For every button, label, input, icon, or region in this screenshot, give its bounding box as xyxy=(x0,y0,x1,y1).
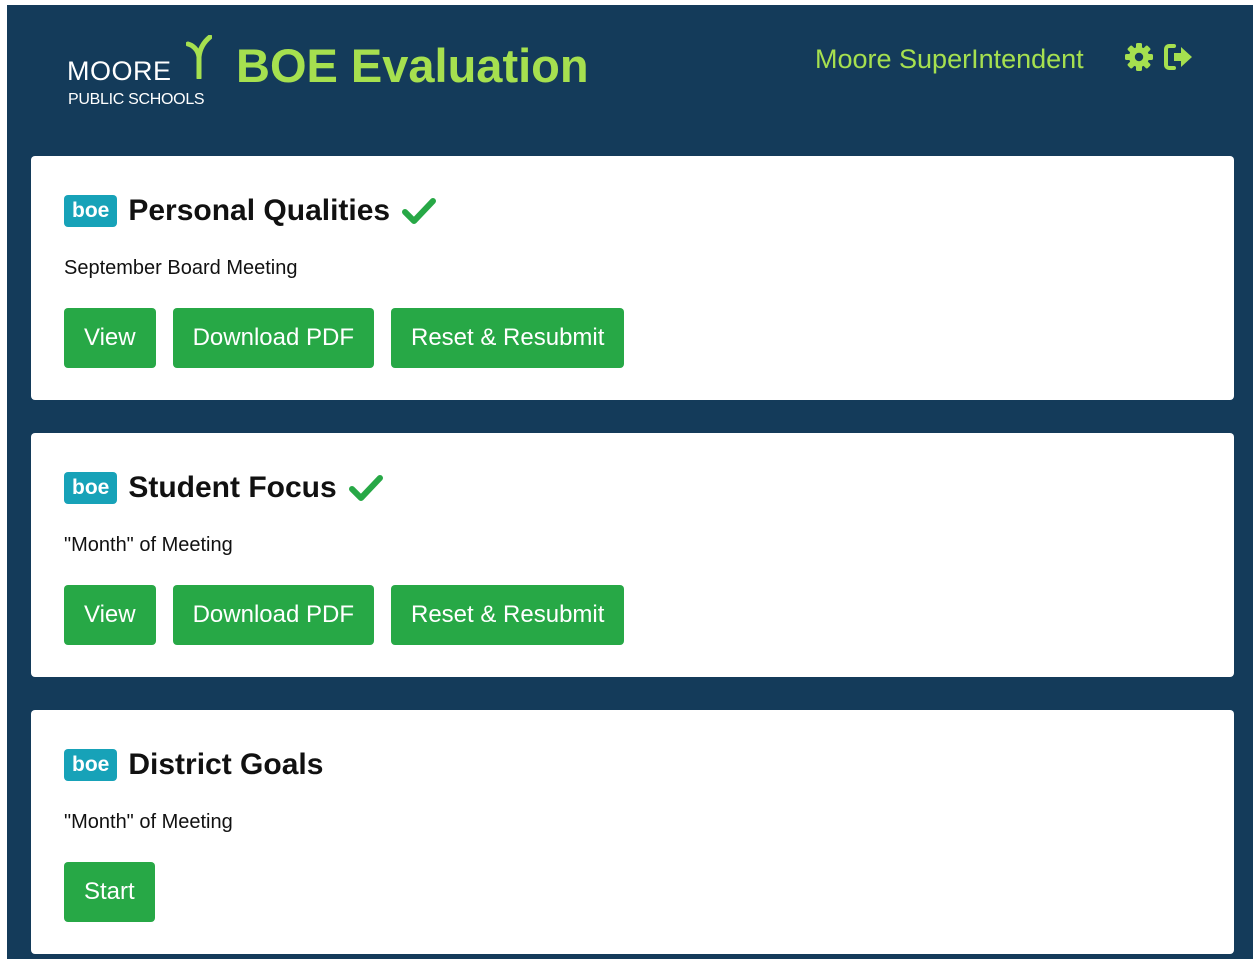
district-logo: MOORE PUBLIC SCHOOLS xyxy=(67,35,227,115)
gear-icon[interactable] xyxy=(1123,41,1155,73)
sign-out-icon[interactable] xyxy=(1162,41,1194,73)
checkmark-icon xyxy=(402,198,437,224)
logo-name: MOORE xyxy=(67,56,172,86)
evaluation-card-district-goals: boe District Goals "Month" of Meeting St… xyxy=(31,710,1234,954)
logo-sprout-icon xyxy=(186,35,212,79)
download-pdf-button[interactable]: Download PDF xyxy=(172,308,374,368)
app-frame: MOORE PUBLIC SCHOOLS BOE Evaluation Moor… xyxy=(7,5,1253,959)
boe-badge: boe xyxy=(64,472,118,504)
action-buttons: View Download PDF Reset & Resubmit xyxy=(64,585,641,645)
card-title: boe Student Focus xyxy=(64,468,383,508)
evaluation-title: District Goals xyxy=(128,748,324,781)
evaluation-title: Personal Qualities xyxy=(128,194,391,227)
reset-resubmit-button[interactable]: Reset & Resubmit xyxy=(391,308,625,368)
boe-badge: boe xyxy=(64,749,118,781)
boe-badge: boe xyxy=(64,195,118,227)
start-button[interactable]: Start xyxy=(64,862,155,922)
card-title: boe District Goals xyxy=(64,745,323,785)
view-button[interactable]: View xyxy=(64,585,156,645)
checkmark-icon xyxy=(348,475,383,501)
logo-subtitle: PUBLIC SCHOOLS xyxy=(68,91,205,108)
evaluation-card-student-focus: boe Student Focus "Month" of Meeting Vie… xyxy=(31,433,1234,677)
app-title: BOE Evaluation xyxy=(236,39,589,92)
meeting-label: September Board Meeting xyxy=(64,257,298,279)
user-name[interactable]: Moore SuperIntendent xyxy=(815,43,1084,75)
meeting-label: "Month" of Meeting xyxy=(64,811,233,833)
meeting-label: "Month" of Meeting xyxy=(64,534,233,556)
action-buttons: View Download PDF Reset & Resubmit xyxy=(64,308,641,368)
action-buttons: Start xyxy=(64,862,172,922)
evaluation-title: Student Focus xyxy=(128,471,337,504)
download-pdf-button[interactable]: Download PDF xyxy=(172,585,374,645)
app-header: MOORE PUBLIC SCHOOLS BOE Evaluation Moor… xyxy=(7,5,1253,145)
evaluation-card-personal-qualities: boe Personal Qualities September Board M… xyxy=(31,156,1234,400)
view-button[interactable]: View xyxy=(64,308,156,368)
card-title: boe Personal Qualities xyxy=(64,191,437,231)
reset-resubmit-button[interactable]: Reset & Resubmit xyxy=(391,585,625,645)
